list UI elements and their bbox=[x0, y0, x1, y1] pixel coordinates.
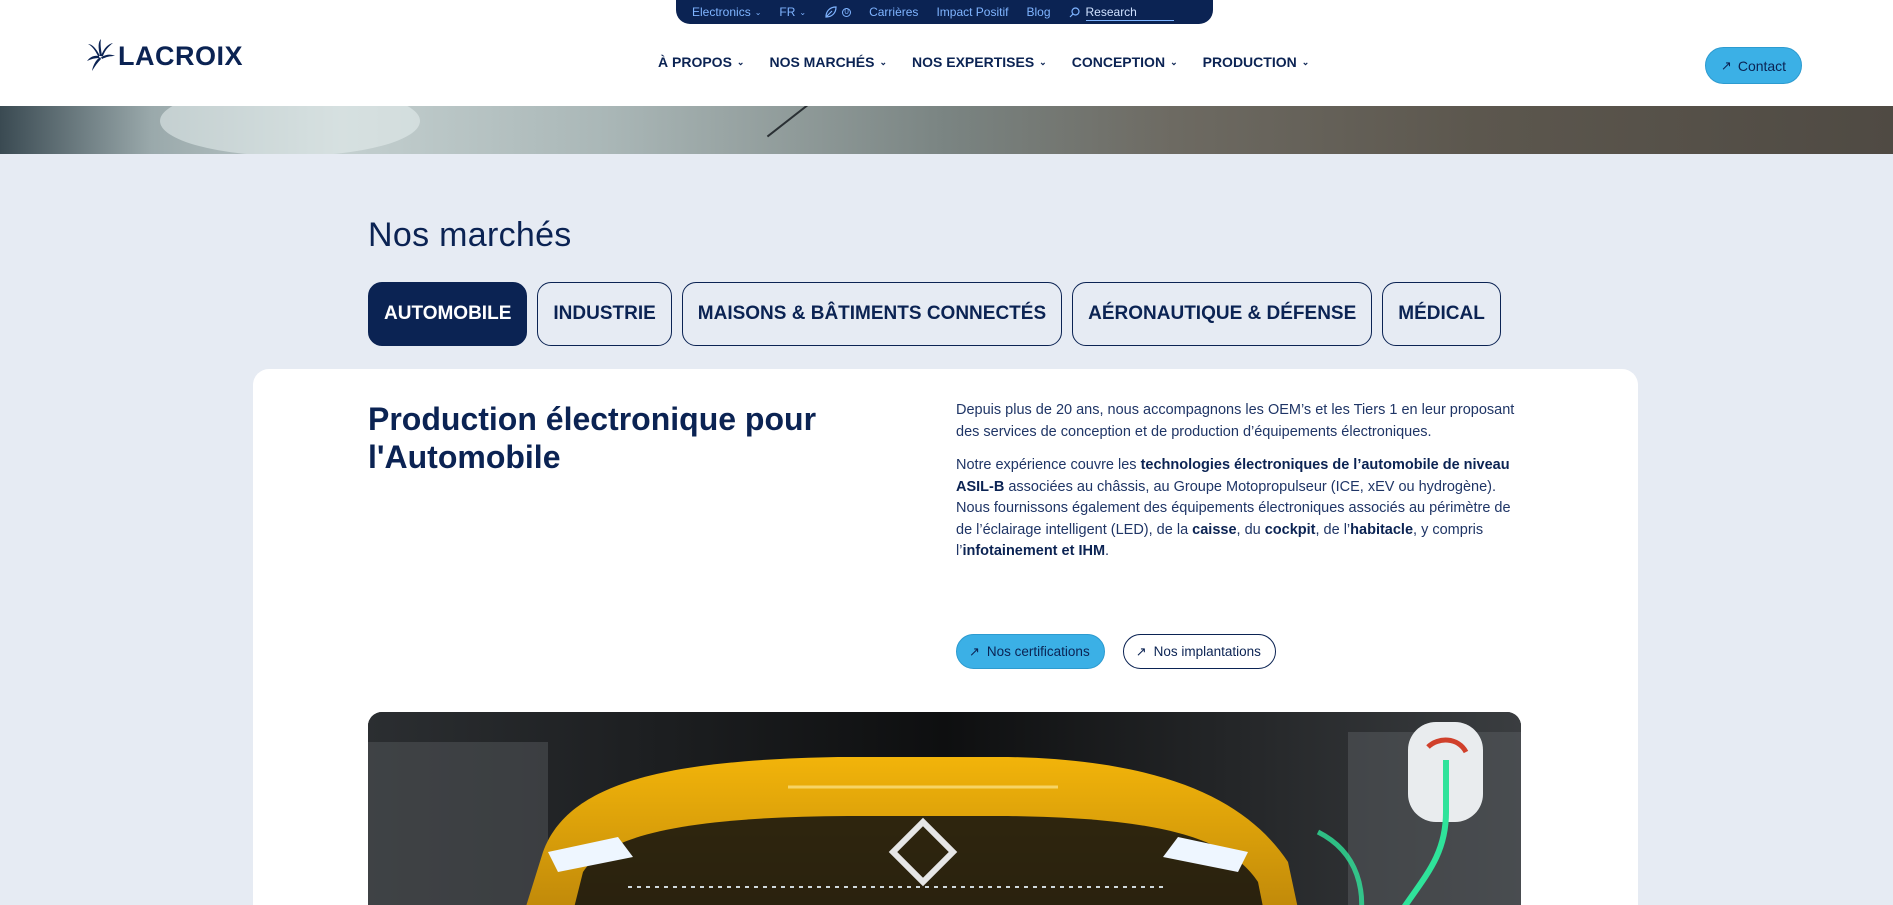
card-description: Depuis plus de 20 ans, nous accompagnons… bbox=[956, 400, 1526, 575]
market-card: Production électronique pour l'Automobil… bbox=[253, 369, 1638, 905]
nav-item-nos-expertises[interactable]: NOS EXPERTISES ⌄ bbox=[912, 54, 1047, 70]
chevron-down-icon: ⌄ bbox=[1170, 56, 1178, 67]
tab-automobile[interactable]: AUTOMOBILE bbox=[368, 282, 528, 346]
nav-item-nos-marches[interactable]: NOS MARCHÉS ⌄ bbox=[769, 54, 887, 70]
tab-industrie[interactable]: INDUSTRIE bbox=[537, 282, 672, 346]
market-tabs: AUTOMOBILE INDUSTRIE MAISONS & BÂTIMENTS… bbox=[368, 282, 1501, 346]
tab-maisons-batiments[interactable]: MAISONS & BÂTIMENTS CONNECTÉS bbox=[681, 282, 1063, 346]
hero-image bbox=[0, 106, 1893, 154]
chevron-down-icon: ⌄ bbox=[736, 56, 745, 67]
utility-bar: Electronics ⌄ FR ⌄ 0 Carrières Impact Po… bbox=[676, 0, 1213, 24]
search-icon bbox=[1069, 6, 1080, 17]
contact-button[interactable]: ↗ Contact bbox=[1705, 47, 1802, 84]
nav-item-production[interactable]: PRODUCTION ⌄ bbox=[1203, 54, 1310, 70]
eco-badge: 0 bbox=[842, 7, 852, 17]
paragraph-intro: Depuis plus de 20 ans, nous accompagnons… bbox=[956, 402, 1515, 440]
card-title: Production électronique pour l'Automobil… bbox=[368, 401, 817, 475]
chevron-down-icon: ⌄ bbox=[879, 56, 888, 67]
search-box bbox=[1069, 3, 1174, 21]
logo-text: LACROIX bbox=[118, 40, 243, 71]
arrow-up-right-icon: ↗ bbox=[969, 643, 980, 659]
arrow-up-right-icon: ↗ bbox=[1135, 643, 1147, 659]
card-buttons: ↗ Nos certifications ↗ Nos implantations bbox=[956, 634, 1276, 669]
main-nav: À PROPOS ⌄ NOS MARCHÉS ⌄ NOS EXPERTISES … bbox=[658, 54, 1309, 70]
chevron-down-icon: ⌄ bbox=[799, 7, 807, 17]
chevron-down-icon: ⌄ bbox=[1301, 56, 1310, 67]
search-input[interactable] bbox=[1085, 3, 1174, 21]
leaf-icon bbox=[825, 6, 837, 18]
implantations-button[interactable]: ↗ Nos implantations bbox=[1122, 634, 1276, 669]
arrow-up-right-icon: ↗ bbox=[1720, 57, 1732, 73]
tab-medical[interactable]: MÉDICAL bbox=[1382, 282, 1501, 346]
nav-item-a-propos[interactable]: À PROPOS ⌄ bbox=[658, 54, 744, 70]
automobile-image bbox=[368, 712, 1521, 905]
link-blog[interactable]: Blog bbox=[1026, 5, 1050, 19]
paragraph-equipment: Nous fournissons également des équipemen… bbox=[956, 500, 1511, 559]
certifications-button[interactable]: ↗ Nos certifications bbox=[956, 634, 1105, 669]
paragraph-experience: Notre expérience couvre les technologies… bbox=[956, 457, 1510, 495]
logo-swirl-icon bbox=[87, 39, 115, 71]
eco-impact-link[interactable]: 0 bbox=[824, 5, 852, 19]
chevron-down-icon: ⌄ bbox=[754, 7, 762, 17]
site-selector[interactable]: Electronics ⌄ bbox=[692, 5, 761, 19]
link-impact-positif[interactable]: Impact Positif bbox=[936, 5, 1008, 19]
link-carrieres[interactable]: Carrières bbox=[869, 5, 918, 19]
chevron-down-icon: ⌄ bbox=[1039, 56, 1047, 67]
lacroix-logo[interactable]: LACROIX bbox=[86, 38, 243, 74]
language-selector[interactable]: FR ⌄ bbox=[779, 5, 806, 19]
section-title: Nos marchés bbox=[368, 216, 572, 254]
nav-item-conception[interactable]: CONCEPTION ⌄ bbox=[1072, 54, 1178, 70]
tab-aeronautique-defense[interactable]: AÉRONAUTIQUE & DÉFENSE bbox=[1072, 282, 1373, 346]
